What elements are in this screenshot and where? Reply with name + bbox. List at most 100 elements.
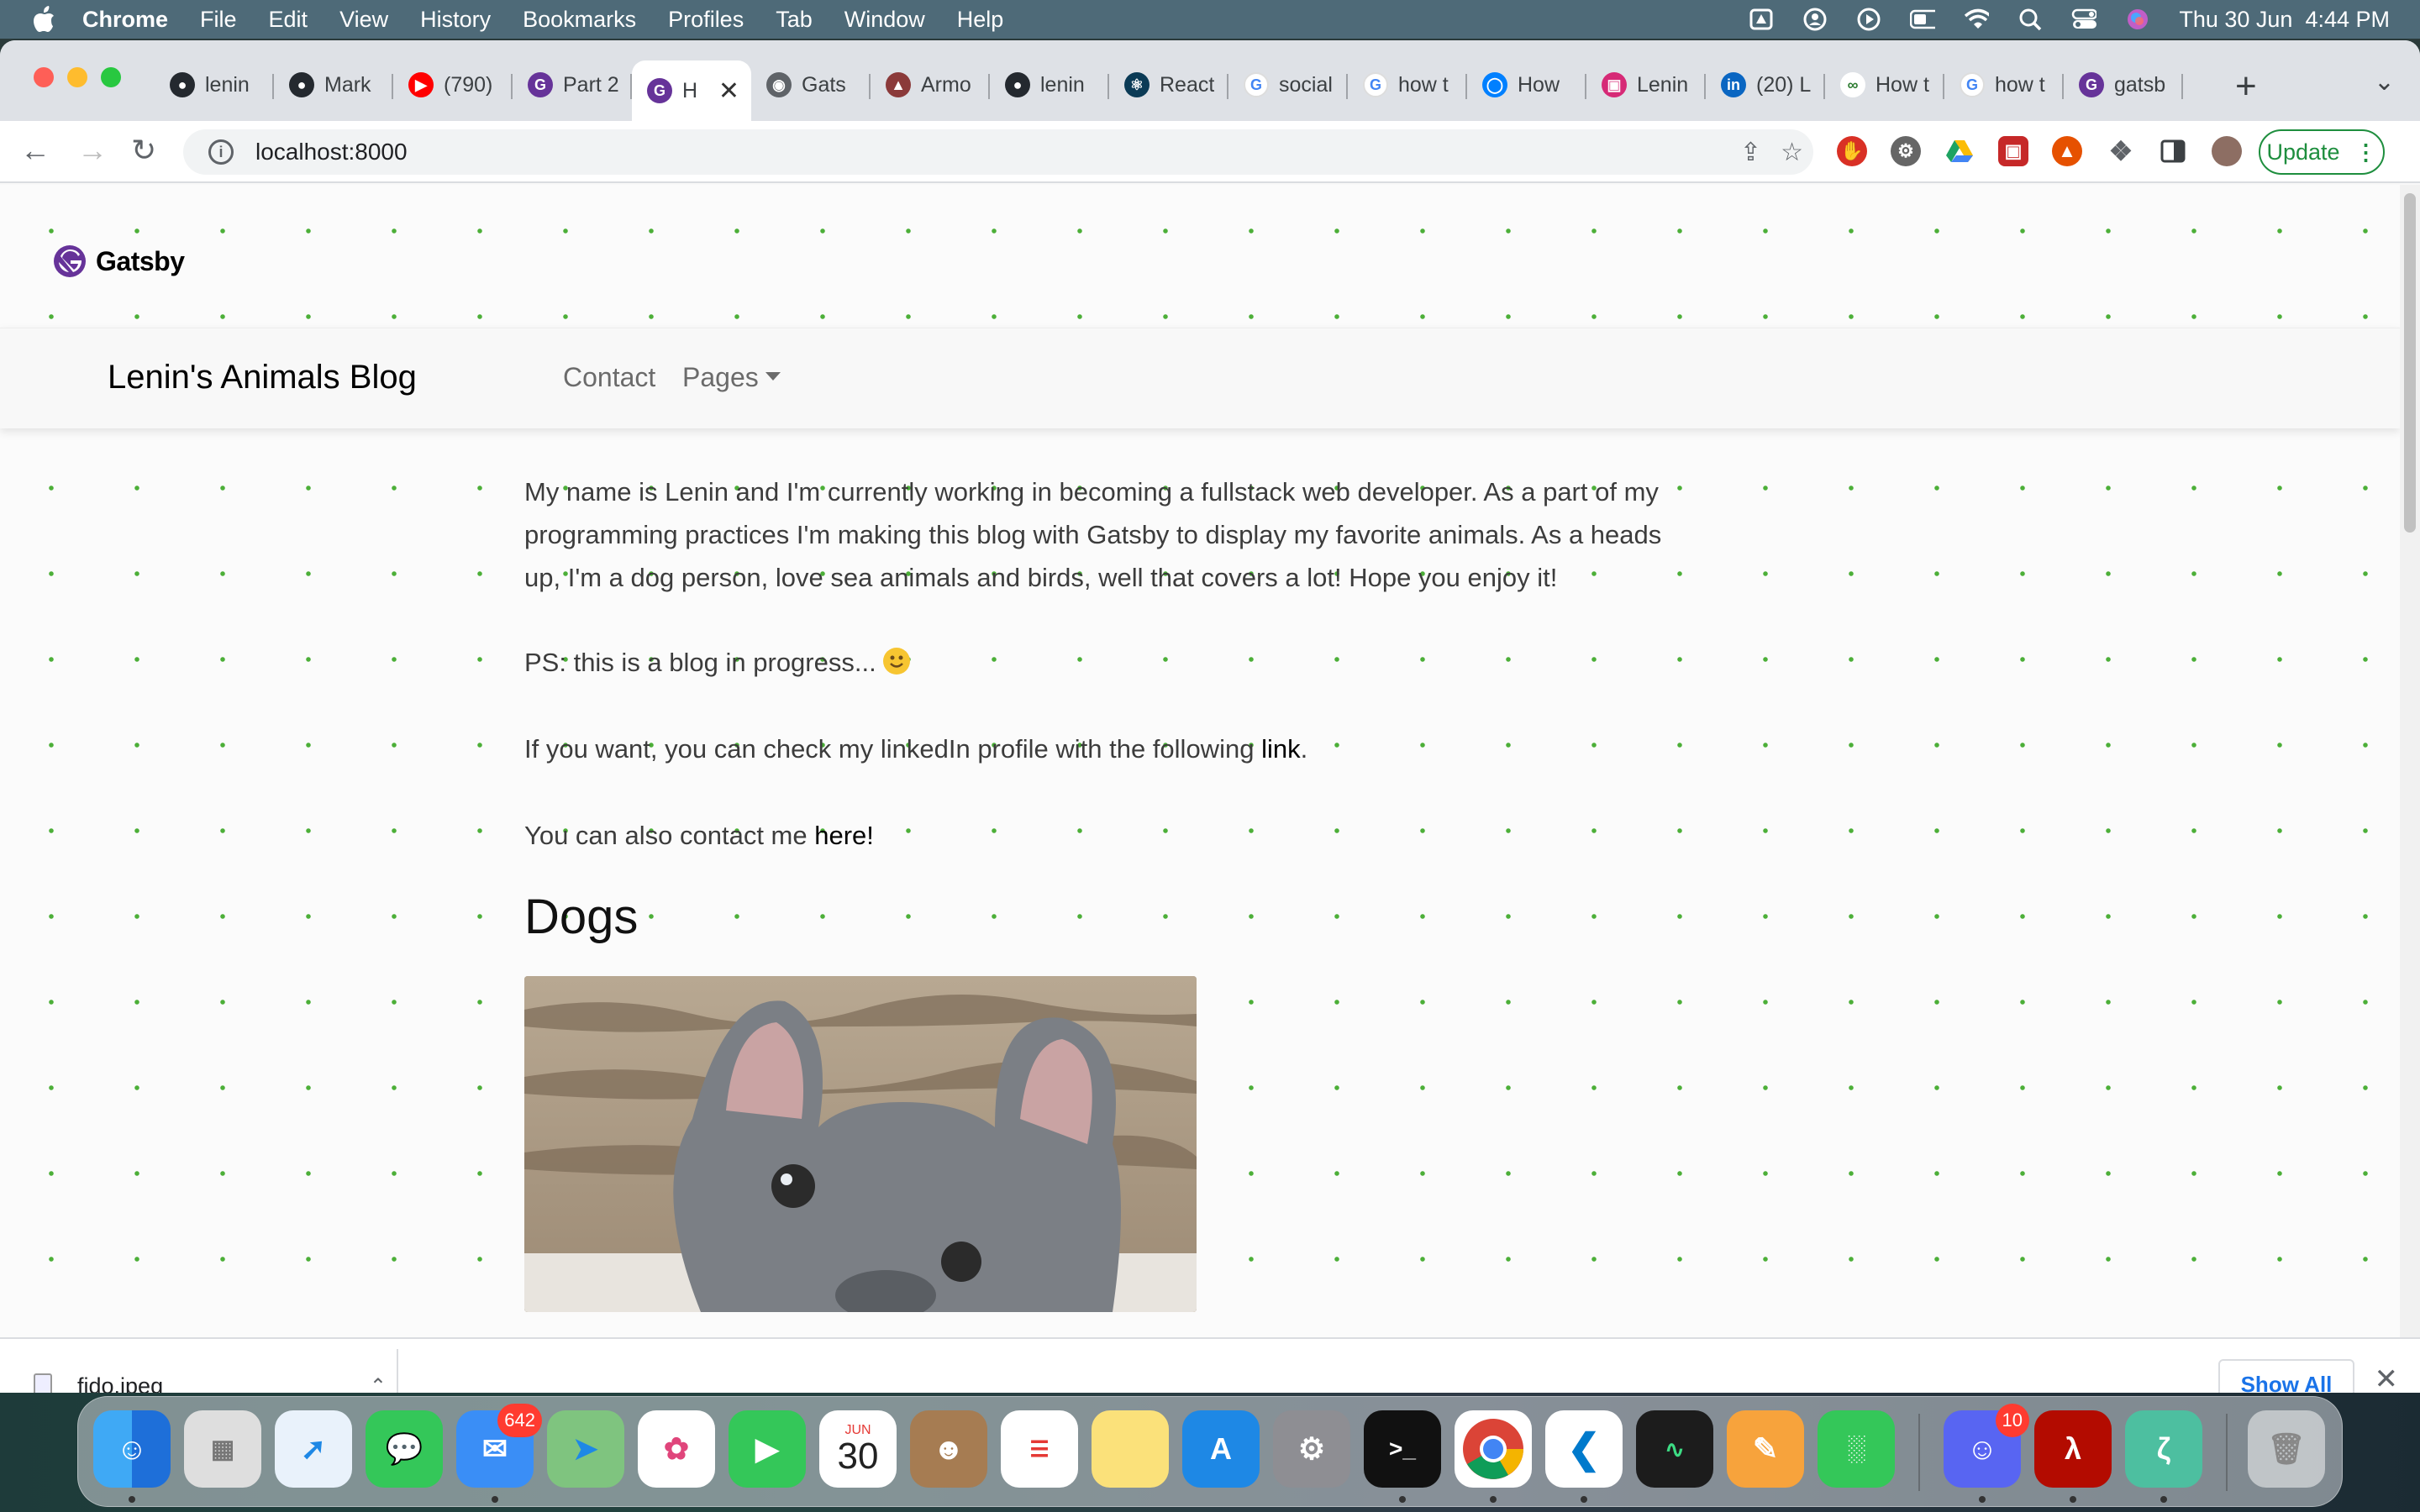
address-bar[interactable]: i localhost:8000 ⇪ ☆ [183,129,1813,175]
scrollbar-thumb[interactable] [2404,193,2416,533]
tab-10[interactable]: Ghow t [1348,62,1467,108]
close-tab-icon[interactable]: ✕ [718,76,739,106]
download-item[interactable]: fido.jpeg ⌃ [34,1364,387,1393]
google-drive-extension-icon[interactable] [1944,136,1975,166]
system-preferences-icon[interactable]: ⚙ [1273,1410,1350,1488]
user-account-icon[interactable] [1802,7,1828,32]
battery-icon[interactable] [1910,7,1936,32]
tab-3[interactable]: G Part 2 [513,62,632,108]
site-brand[interactable]: Lenin's Animals Blog [108,359,417,396]
photos-icon[interactable]: ✿ [638,1410,715,1488]
messages-icon[interactable]: 💬 [366,1410,443,1488]
tab-12[interactable]: ▣ Lenin [1586,62,1706,108]
tab-0[interactable]: ● lenin [155,62,274,108]
tab-4[interactable]: G H ✕ [632,60,751,121]
gatsby-logo[interactable]: Gatsby [52,244,185,279]
bookmark-star-icon[interactable]: ☆ [1781,138,1803,167]
pages-icon[interactable]: ✎ [1727,1410,1804,1488]
show-all-downloads-button[interactable]: Show All [2218,1359,2354,1393]
chevron-up-icon[interactable]: ⌃ [370,1374,387,1394]
update-chrome-button[interactable]: Update ⋮ [2259,129,2385,175]
site-info-icon[interactable]: i [208,139,234,165]
tab-14[interactable]: ∞ How t [1825,62,1944,108]
tab-15[interactable]: Ghow t [1944,62,2064,108]
menu-edit[interactable]: Edit [269,7,308,33]
tab-9[interactable]: Gsocial [1228,62,1348,108]
linkedin-link[interactable]: link [1261,734,1301,764]
tab-7[interactable]: ● lenin [990,62,1109,108]
facetime-icon[interactable]: ▶ [729,1410,806,1488]
tab-11[interactable]: ◯ How [1467,62,1586,108]
gear-extension-icon[interactable]: ⚙ [1891,136,1921,166]
chrome-icon[interactable] [1455,1410,1532,1488]
wifi-icon[interactable] [1964,7,1990,32]
tab-8[interactable]: ⚛ React [1109,62,1228,108]
menu-tab[interactable]: Tab [776,7,813,33]
maximize-window-button[interactable] [101,67,121,87]
spotlight-search-icon[interactable] [2018,7,2043,32]
screenshot-extension-icon[interactable]: ▣ [1998,136,2028,166]
apple-icon[interactable] [32,5,57,34]
notes-icon[interactable] [1092,1410,1169,1488]
tab-5[interactable]: ◉ Gats [751,62,871,108]
back-arrow-icon[interactable]: ← [20,133,50,168]
minimize-window-button[interactable] [67,67,87,87]
more-menu-icon[interactable]: ⋮ [2355,139,2377,165]
tab-2[interactable]: ▶ (790) [393,62,513,108]
control-center-icon[interactable] [2071,7,2097,32]
menu-bookmarks[interactable]: Bookmarks [523,7,636,33]
reload-icon[interactable]: ↻ [131,133,156,168]
nav-pages-dropdown[interactable]: Pages [682,362,781,393]
new-tab-plus-icon[interactable]: + [2235,66,2257,108]
tab-6[interactable]: ▲ Armo [871,62,990,108]
app-store-icon[interactable]: A [1182,1410,1260,1488]
menubar-datetime[interactable]: Thu 30 Jun 4:44 PM [2179,7,2390,33]
menu-profiles[interactable]: Profiles [668,7,744,33]
nav-contact-link[interactable]: Contact [563,362,655,393]
github-icon: ● [170,72,195,97]
launchpad-icon[interactable]: ▦ [184,1410,261,1488]
vscode-icon[interactable]: ❮ [1545,1410,1623,1488]
activity-monitor-icon[interactable]: ∿ [1636,1410,1713,1488]
terminal-icon[interactable]: >_ [1364,1410,1441,1488]
menu-file[interactable]: File [200,7,237,33]
play-icon[interactable] [1856,7,1881,32]
tab-13[interactable]: in (20) L [1706,62,1825,108]
download-filename[interactable]: fido.jpeg [77,1373,163,1394]
zeplin-icon[interactable]: ζ [2125,1410,2202,1488]
page-scrollbar[interactable] [2400,185,2420,1337]
finder-icon[interactable]: ☺ [93,1410,171,1488]
tab-title: gatsb [2114,72,2166,97]
close-downloads-icon[interactable]: ✕ [2375,1362,2399,1393]
tab-1[interactable]: ● Mark [274,62,393,108]
extensions-puzzle-icon[interactable]: ❖ [2106,136,2136,166]
lighthouse-extension-icon[interactable]: ▲ [2052,136,2082,166]
tab-search-chevron-icon[interactable]: ⌄ [2374,67,2395,97]
calendar-icon[interactable]: JUN 30 [819,1410,897,1488]
tab-16[interactable]: Ggatsb [2064,62,2183,108]
adblock-extension-icon[interactable]: ✋ [1837,136,1867,166]
contacts-icon[interactable]: ☻ [910,1410,987,1488]
discord-icon[interactable]: ☺ 10 [1944,1404,2029,1488]
google-drive-status-icon[interactable] [1749,7,1774,32]
url-text[interactable]: localhost:8000 [255,139,408,165]
contact-here-link[interactable]: here! [814,821,874,850]
share-icon[interactable]: ⇪ [1740,138,1761,167]
forward-arrow-icon[interactable]: → [77,133,108,168]
safari-icon[interactable]: ➚ [275,1410,352,1488]
menu-view[interactable]: View [339,7,388,33]
menu-help[interactable]: Help [957,7,1004,33]
acrobat-icon[interactable]: λ [2034,1410,2112,1488]
close-window-button[interactable] [34,67,54,87]
menu-history[interactable]: History [420,7,491,33]
menu-window[interactable]: Window [844,7,925,33]
maps-icon[interactable]: ➤ [547,1410,624,1488]
menu-app-name[interactable]: Chrome [82,7,168,33]
numbers-icon[interactable]: ░ [1818,1410,1895,1488]
trash-icon[interactable]: 🗑 [2248,1410,2325,1488]
mail-icon[interactable]: ✉ 642 [456,1404,542,1488]
profile-avatar[interactable] [2212,136,2242,166]
side-panel-icon[interactable] [2158,136,2188,166]
reminders-icon[interactable]: ☰ [1001,1410,1078,1488]
siri-icon[interactable] [2125,7,2150,32]
